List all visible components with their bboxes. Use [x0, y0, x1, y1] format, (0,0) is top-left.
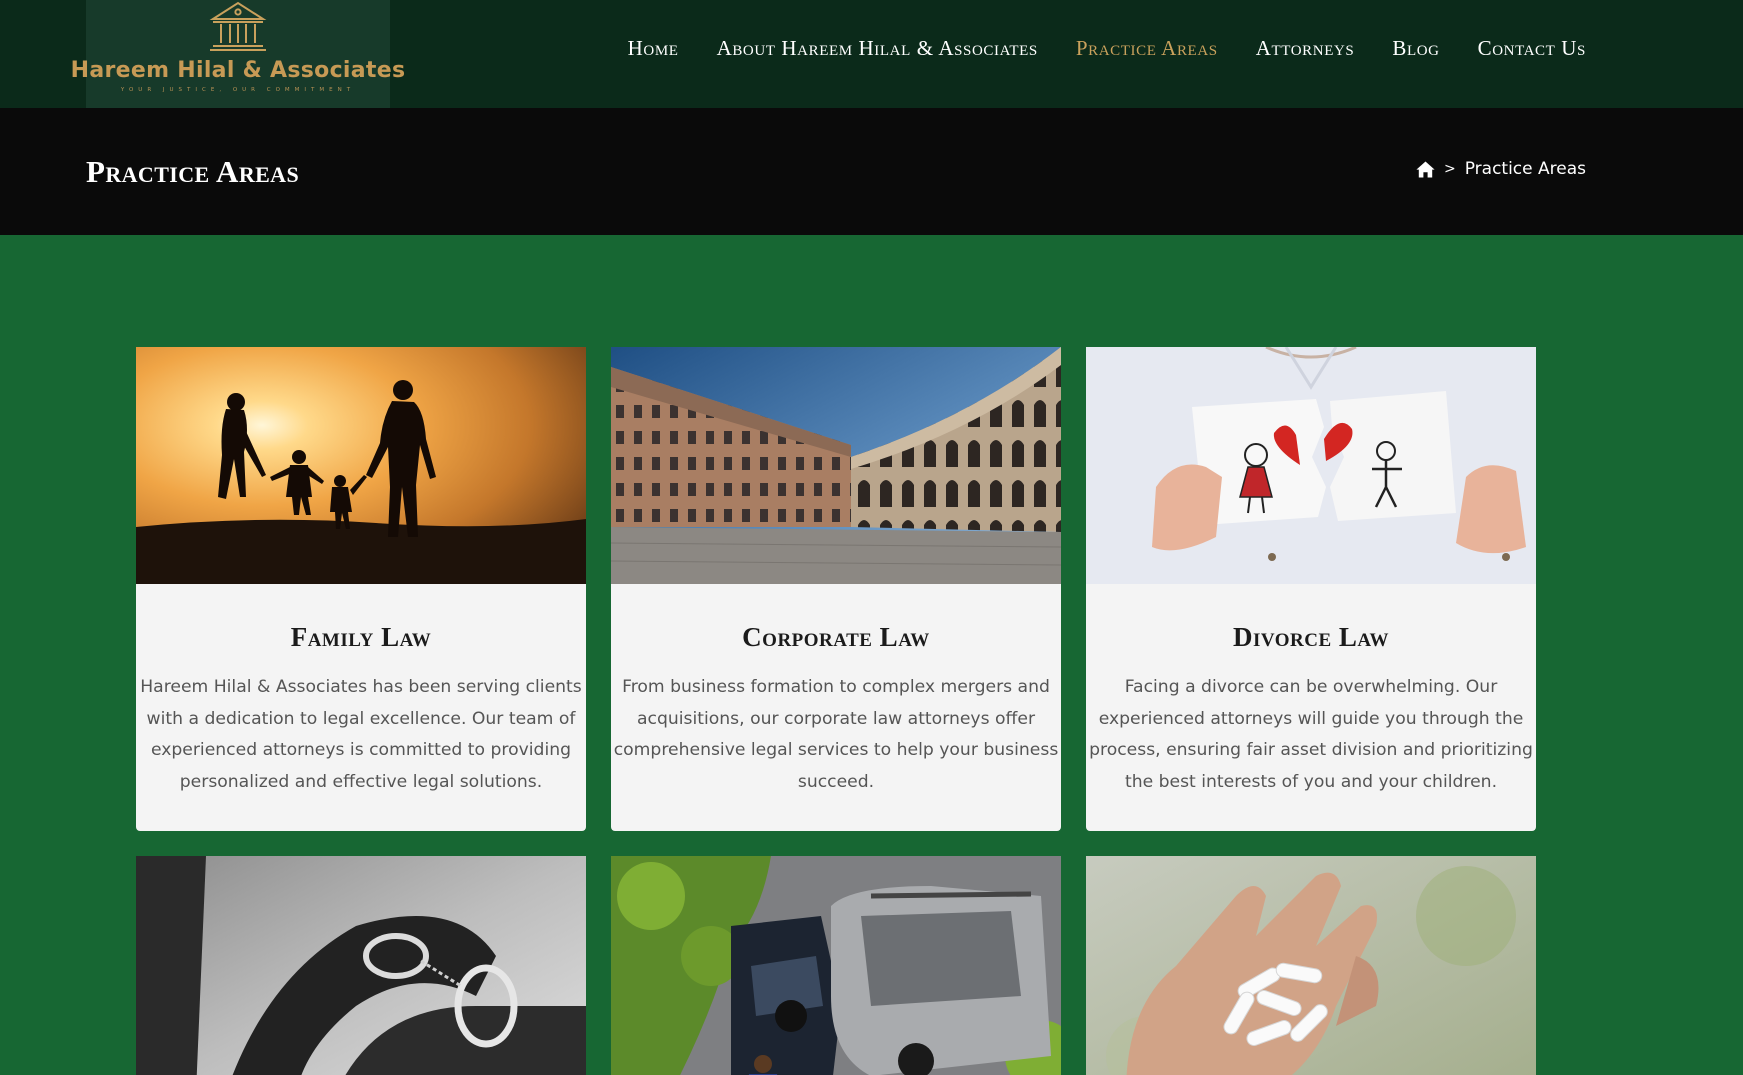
main-nav: Home About Hareem Hilal & Associates Pra…: [628, 36, 1586, 61]
practice-card-corporate-law[interactable]: Corporate Law From business formation to…: [611, 347, 1061, 831]
pills-in-hand-image: [1086, 856, 1536, 1075]
card-body: Family Law Hareem Hilal & Associates has…: [136, 584, 586, 831]
nav-attorneys[interactable]: Attorneys: [1256, 36, 1355, 61]
page-title-band: Practice Areas > Practice Areas: [0, 108, 1743, 235]
card-description: Facing a divorce can be overwhelming. Ou…: [1089, 677, 1533, 792]
site-header: Hareem Hilal & Associates YOUR JUSTICE, …: [0, 0, 1743, 108]
breadcrumb-separator: >: [1443, 161, 1456, 177]
courthouse-icon: [209, 1, 267, 51]
home-icon[interactable]: [1416, 161, 1435, 178]
nav-blog[interactable]: Blog: [1392, 36, 1439, 61]
practice-card-5[interactable]: [611, 856, 1061, 1075]
practice-card-family-law[interactable]: Family Law Hareem Hilal & Associates has…: [136, 347, 586, 831]
practice-card-6[interactable]: [1086, 856, 1536, 1075]
card-body: Corporate Law From business formation to…: [611, 584, 1061, 831]
nav-home[interactable]: Home: [628, 36, 679, 61]
logo-name: Hareem Hilal & Associates: [70, 58, 406, 83]
breadcrumb: > Practice Areas: [1416, 159, 1586, 179]
card-description: Hareem Hilal & Associates has been servi…: [140, 677, 582, 792]
card-title[interactable]: Divorce Law: [1086, 622, 1536, 653]
car-collision-image: [611, 856, 1061, 1075]
nav-contact-us[interactable]: Contact Us: [1478, 36, 1586, 61]
practice-card-divorce-law[interactable]: Divorce Law Facing a divorce can be over…: [1086, 347, 1536, 831]
site-logo[interactable]: Hareem Hilal & Associates YOUR JUSTICE, …: [71, 0, 405, 108]
child-torn-drawing-image: [1086, 347, 1536, 584]
card-description: From business formation to complex merge…: [613, 677, 1059, 792]
nav-practice-areas[interactable]: Practice Areas: [1076, 36, 1218, 61]
nav-about[interactable]: About Hareem Hilal & Associates: [717, 36, 1038, 61]
handcuffed-hands-image: [136, 856, 586, 1075]
card-title[interactable]: Family Law: [136, 622, 586, 653]
practice-card-4[interactable]: [136, 856, 586, 1075]
practice-areas-grid: Family Law Hareem Hilal & Associates has…: [136, 347, 1536, 1075]
family-silhouette-image: [136, 347, 586, 584]
palace-courtyard-image: [611, 347, 1061, 584]
card-body: Divorce Law Facing a divorce can be over…: [1086, 584, 1536, 831]
page-title: Practice Areas: [86, 154, 300, 189]
card-title[interactable]: Corporate Law: [611, 622, 1061, 653]
logo-tagline: YOUR JUSTICE, OUR COMMITMENT: [120, 87, 356, 93]
breadcrumb-current: Practice Areas: [1464, 159, 1586, 179]
